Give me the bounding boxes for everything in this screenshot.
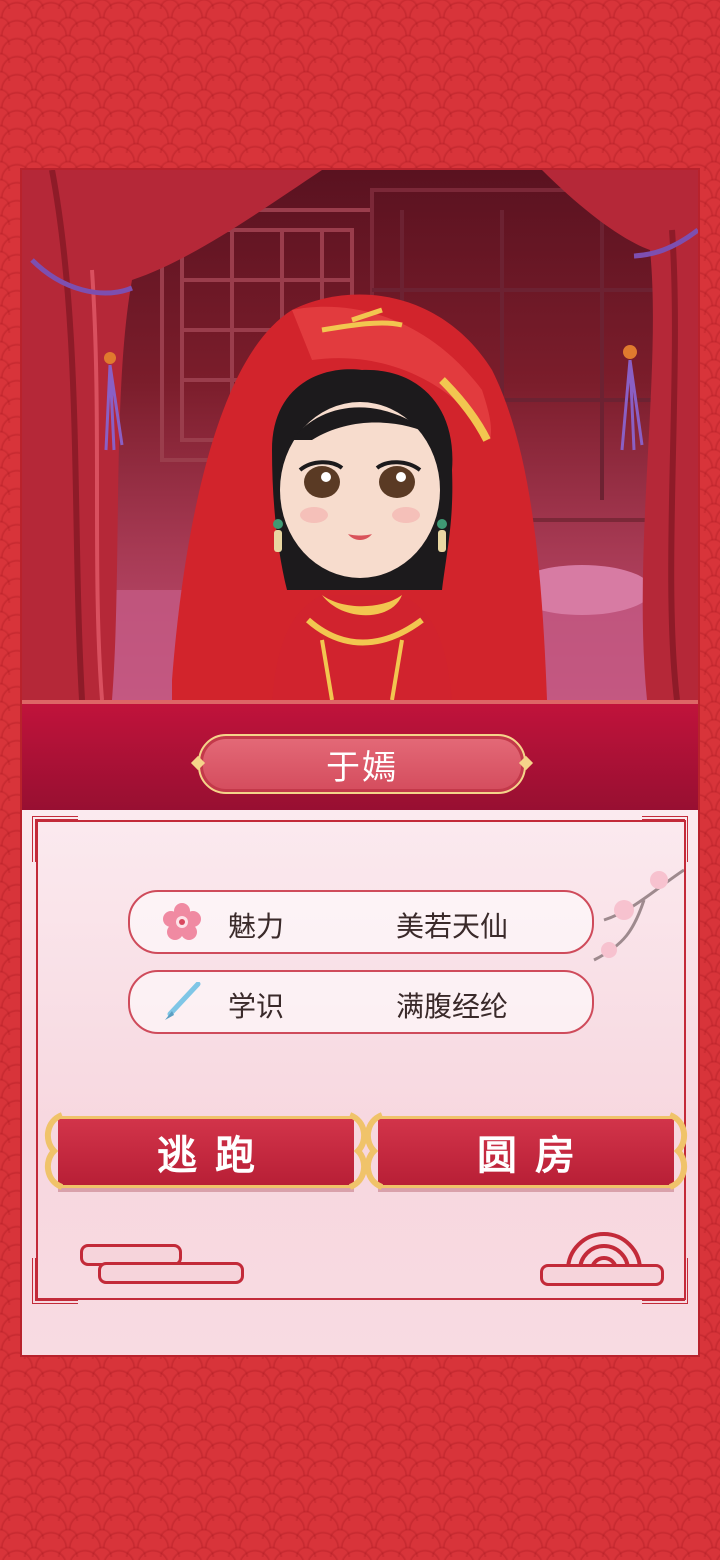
frame-corner-top-left (32, 816, 78, 862)
consummate-button-label: 圆房 (477, 1133, 593, 1179)
stat-charm-value: 美若天仙 (396, 910, 509, 943)
scroll-end-right-icon (668, 1112, 688, 1190)
bride-portrait-scene (22, 170, 698, 700)
writing-brush-icon (165, 982, 201, 1020)
scroll-end-left-icon (44, 1112, 64, 1190)
name-band: 于嫣 (22, 700, 698, 814)
stat-knowledge-value: 满腹经纶 (396, 990, 509, 1023)
cloud-bar-decoration-right (540, 1264, 664, 1286)
stat-knowledge-label: 学识 (228, 990, 285, 1023)
character-name: 于嫣 (326, 747, 398, 788)
stat-charm: 魅力 美若天仙 (128, 890, 594, 954)
info-panel: 魅力 美若天仙 学识 满腹经纶 逃跑 圆房 (22, 810, 698, 1355)
stat-knowledge: 学识 满腹经纶 (128, 970, 594, 1034)
consummate-button[interactable]: 圆房 (364, 1112, 688, 1190)
scroll-end-left-icon (364, 1112, 384, 1190)
stat-charm-label: 魅力 (228, 910, 285, 943)
escape-button[interactable]: 逃跑 (44, 1112, 368, 1190)
escape-button-label: 逃跑 (157, 1133, 273, 1179)
character-card: 于嫣 魅力 美若天仙 学识 满腹经纶 逃跑 圆房 (22, 170, 698, 1355)
frame-corner-bottom-left (32, 1258, 78, 1304)
cloud-bar-decoration-left-lower (98, 1262, 244, 1284)
name-plate: 于嫣 (198, 734, 526, 794)
plum-blossom-icon (163, 903, 201, 940)
